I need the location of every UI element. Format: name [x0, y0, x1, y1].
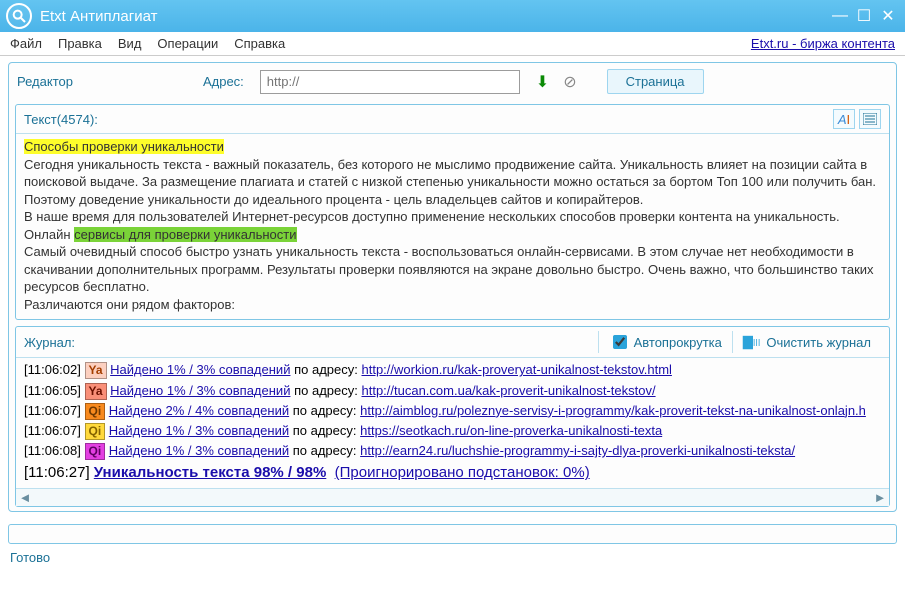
log-time: [11:06:02]	[24, 362, 81, 377]
highlight-yellow: Способы проверки уникальности	[24, 139, 224, 154]
page-tab[interactable]: Страница	[607, 69, 704, 94]
match-link[interactable]: Найдено 1% / 3% совпадений	[110, 362, 290, 377]
footer-empty-panel	[8, 524, 897, 544]
log-addr-label: по адресу:	[293, 423, 357, 438]
log-addr-label: по адресу:	[293, 443, 357, 458]
journal-title: Журнал:	[24, 335, 75, 350]
status-bar: Готово	[0, 550, 905, 571]
address-label: Адрес:	[203, 74, 244, 89]
log-time: [11:06:05]	[24, 383, 81, 398]
log-time: [11:06:07]	[24, 423, 81, 438]
highlight-green: сервисы для проверки уникальности	[74, 227, 296, 242]
window-title: Etxt Антиплагиат	[40, 8, 827, 25]
minimize-button[interactable]: —	[829, 5, 851, 27]
result-line: [11:06:27] Уникальность текста 98% / 98%…	[24, 461, 881, 484]
log-line: [11:06:08] Qi Найдено 1% / 3% совпадений…	[24, 441, 881, 461]
app-logo-icon	[6, 3, 32, 29]
menu-bar: Файл Правка Вид Операции Справка Etxt.ru…	[0, 32, 905, 56]
text-panel-title: Текст(4574):	[24, 112, 98, 127]
text-body: В наше время для пользователей Интернет-…	[24, 209, 840, 224]
log-addr-label: по адресу:	[293, 403, 357, 418]
match-link[interactable]: Найдено 1% / 3% совпадений	[109, 423, 289, 438]
maximize-button[interactable]: ☐	[853, 5, 875, 27]
log-addr-label: по адресу:	[294, 383, 358, 398]
address-input[interactable]	[260, 70, 520, 94]
log-url[interactable]: http://aimblog.ru/poleznye-servisy-i-pro…	[360, 403, 866, 418]
editor-header-row: Редактор Адрес: ⬇︎ ⊘ Страница	[9, 63, 896, 100]
menu-operations[interactable]: Операции	[157, 36, 218, 51]
log-line: [11:06:07] Qi Найдено 1% / 3% совпадений…	[24, 421, 881, 441]
scroll-left-icon[interactable]: ◄	[18, 491, 32, 505]
block-icon[interactable]: ⊘	[563, 72, 576, 92]
title-bar: Etxt Антиплагиат — ☐ ✕	[0, 0, 905, 32]
match-link[interactable]: Найдено 2% / 4% совпадений	[109, 403, 289, 418]
log-time: [11:06:27]	[24, 464, 90, 481]
font-tool-icon[interactable]: AI	[833, 109, 855, 129]
autoscroll-checkbox[interactable]: Автопрокрутка	[598, 331, 733, 353]
clear-journal-label: Очистить журнал	[766, 335, 871, 350]
engine-tag: Qi	[85, 403, 106, 420]
match-link[interactable]: Найдено 1% / 3% совпадений	[110, 383, 290, 398]
broom-icon: ▇ⅼⅼⅼ	[743, 334, 761, 350]
etxt-link[interactable]: Etxt.ru - биржа контента	[751, 36, 895, 51]
go-download-icon[interactable]: ⬇︎	[536, 72, 549, 92]
journal-body: [11:06:02] Ya Найдено 1% / 3% совпадений…	[16, 358, 889, 488]
log-addr-label: по адресу:	[294, 362, 358, 377]
journal-panel: Журнал: Автопрокрутка ▇ⅼⅼⅼ Очистить журн…	[15, 326, 890, 507]
log-time: [11:06:08]	[24, 443, 81, 458]
menu-help[interactable]: Справка	[234, 36, 285, 51]
editor-text-area[interactable]: Способы проверки уникальности Сегодня ун…	[16, 134, 889, 319]
engine-tag: Qi	[85, 443, 106, 460]
menu-view[interactable]: Вид	[118, 36, 142, 51]
engine-tag: Ya	[85, 362, 107, 379]
log-url[interactable]: http://earn24.ru/luchshie-programmy-i-sa…	[360, 443, 795, 458]
text-panel: Текст(4574): AI Способы проверки уникаль…	[15, 104, 890, 320]
text-body: Самый очевидный способ быстро узнать уни…	[24, 244, 874, 294]
clear-journal-button[interactable]: ▇ⅼⅼⅼ Очистить журнал	[733, 334, 881, 350]
log-url[interactable]: http://tucan.com.ua/kak-proverit-unikaln…	[361, 383, 655, 398]
main-panel: Редактор Адрес: ⬇︎ ⊘ Страница Текст(4574…	[8, 62, 897, 512]
scroll-right-icon[interactable]: ►	[873, 491, 887, 505]
log-time: [11:06:07]	[24, 403, 81, 418]
autoscroll-input[interactable]	[613, 335, 627, 349]
log-url[interactable]: http://workion.ru/kak-proveryat-unikalno…	[361, 362, 671, 377]
editor-tab[interactable]: Редактор	[17, 74, 73, 89]
close-button[interactable]: ✕	[877, 5, 899, 27]
log-line: [11:06:05] Ya Найдено 1% / 3% совпадений…	[24, 381, 881, 401]
ignored-substitutions[interactable]: (Проигнорировано подстановок: 0%)	[335, 464, 590, 481]
text-body: Онлайн	[24, 227, 74, 242]
layout-tool-icon[interactable]	[859, 109, 881, 129]
log-line: [11:06:07] Qi Найдено 2% / 4% совпадений…	[24, 401, 881, 421]
match-link[interactable]: Найдено 1% / 3% совпадений	[109, 443, 289, 458]
text-body: Различаются они рядом факторов:	[24, 297, 235, 312]
uniqueness-result[interactable]: Уникальность текста 98% / 98%	[94, 464, 327, 481]
engine-tag: Qi	[85, 423, 106, 440]
text-body: Сегодня уникальность текста - важный пок…	[24, 157, 876, 207]
log-line: [11:06:02] Ya Найдено 1% / 3% совпадений…	[24, 360, 881, 380]
autoscroll-label: Автопрокрутка	[634, 335, 722, 350]
menu-edit[interactable]: Правка	[58, 36, 102, 51]
menu-file[interactable]: Файл	[10, 36, 42, 51]
horizontal-scrollbar[interactable]: ◄ ►	[16, 488, 889, 506]
engine-tag: Ya	[85, 383, 107, 400]
log-url[interactable]: https://seotkach.ru/on-line-proverka-uni…	[360, 423, 662, 438]
